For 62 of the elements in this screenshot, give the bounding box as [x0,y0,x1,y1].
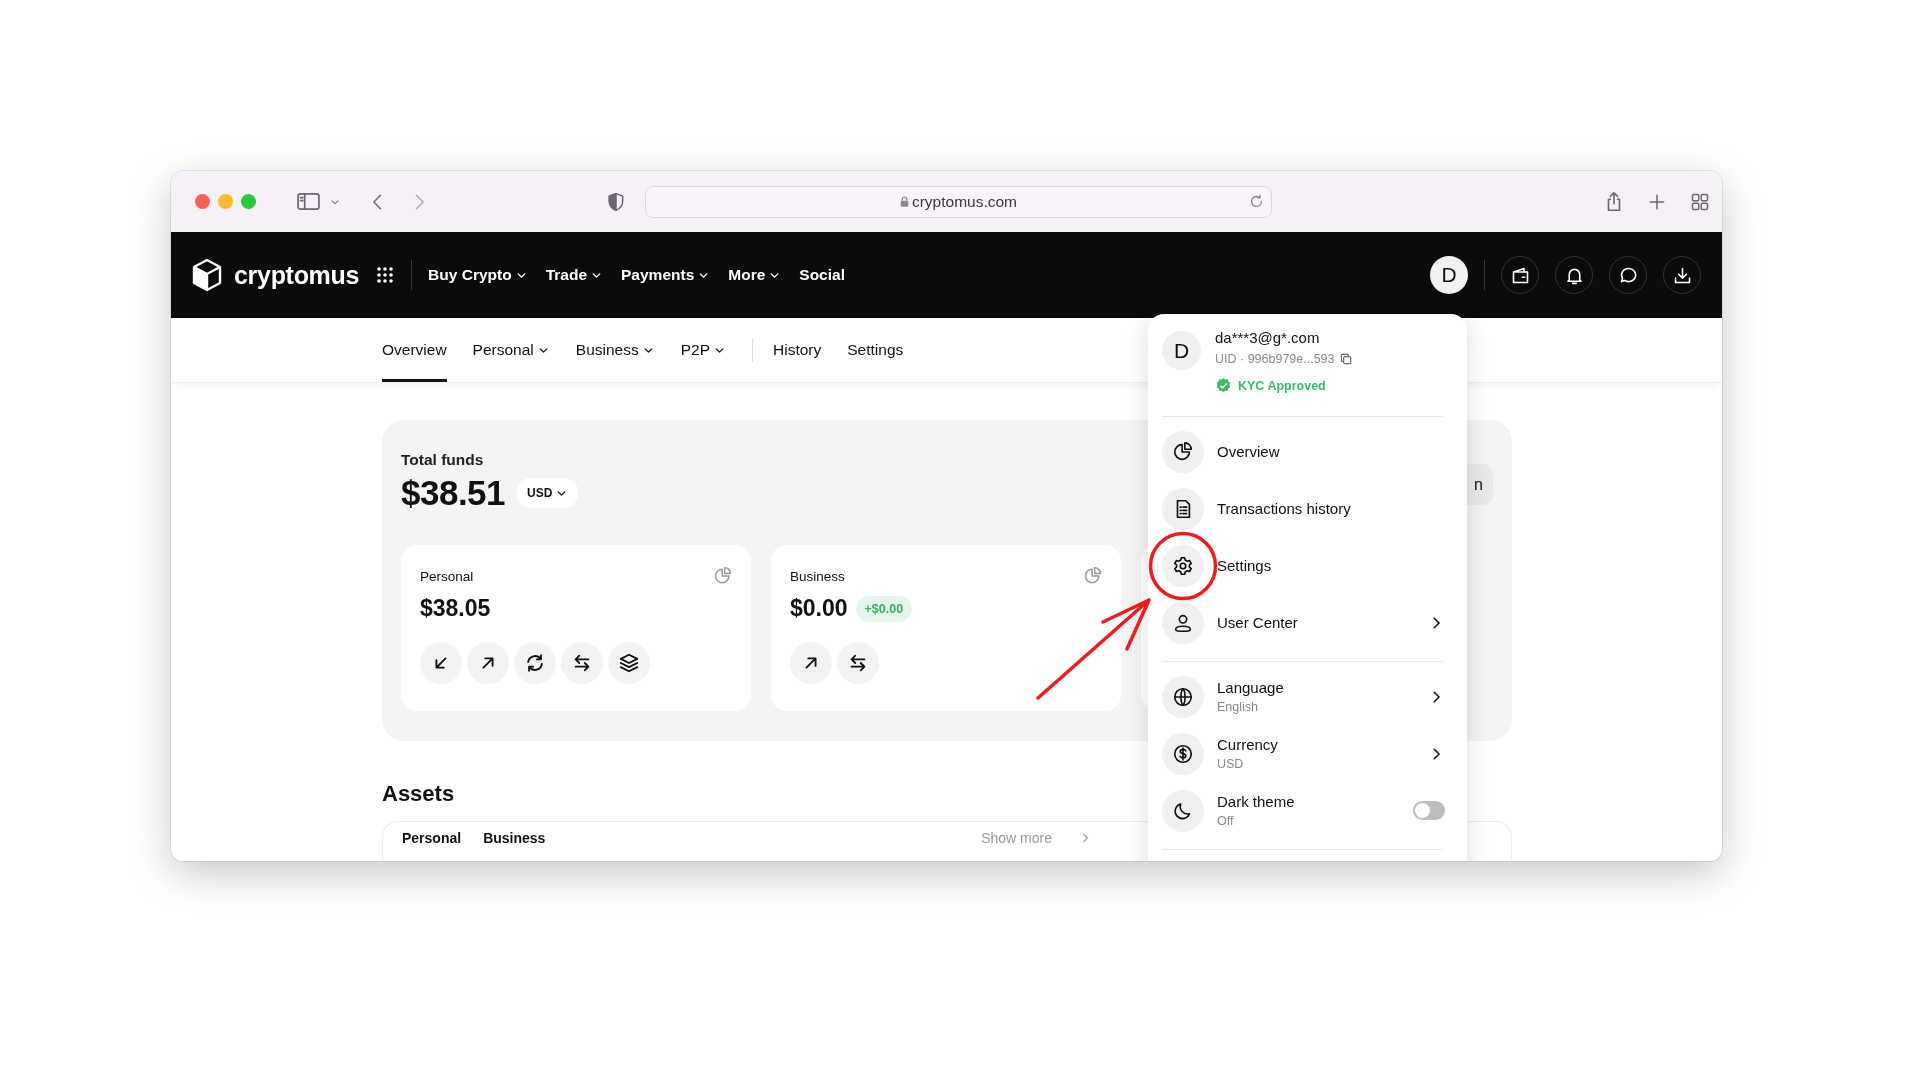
send-action-button[interactable] [467,642,509,684]
send-action-button[interactable] [790,642,832,684]
settings-icon [1172,554,1194,577]
convert-action-button[interactable] [514,642,556,684]
account-balance: $0.00 [790,595,848,622]
user-email: da***3@g*.com [1215,329,1321,346]
brand-logo-text[interactable]: cryptomus [234,260,360,290]
user-id: UID · 996b979e...593 [1215,352,1335,366]
copy-icon[interactable] [1338,352,1353,366]
pie-chart-icon[interactable] [1083,566,1103,586]
refresh-icon [524,652,546,674]
reload-icon[interactable] [1248,193,1265,210]
total-funds-label: Total funds [401,451,485,469]
transfer-action-button[interactable] [837,642,879,684]
nav-menu-item[interactable]: More [728,266,782,284]
sub-navigation-tab[interactable]: P2P [680,318,726,382]
sub-navigation-tab[interactable]: Overview [382,318,447,382]
user-avatar: D [1162,331,1201,370]
menu-item[interactable]: Settings [1162,537,1455,594]
assets-heading: Assets [382,781,455,807]
globe-icon [1172,685,1194,708]
tab-overview-icon[interactable] [1690,191,1710,212]
kyc-status: KYC Approved [1238,378,1326,393]
sub-navigation-tab[interactable]: History [773,318,822,382]
assets-tab[interactable]: Personal [402,830,462,846]
receive-action-button[interactable] [420,642,462,684]
close-window-button[interactable] [195,194,210,209]
menu-item[interactable]: Transactions history [1162,480,1455,537]
menu-item[interactable]: Currency USD [1162,725,1455,782]
dollar-coin-icon [1172,742,1194,765]
nav-menu-item[interactable]: Social [799,266,845,284]
nav-menu-item[interactable]: Trade [545,266,603,284]
nav-menu-item[interactable]: Buy Crypto [428,266,528,284]
menu-item[interactable]: User Center [1162,594,1455,651]
menu-item[interactable]: Dark theme Off [1162,782,1455,839]
layers-icon [618,652,640,674]
account-name: Business [790,568,845,584]
balance-change-badge: +$0.00 [855,595,913,622]
assets-tab[interactable]: Business [483,830,546,846]
address-bar[interactable]: cryptomus.com [645,185,1272,218]
pie-chart-icon [1172,440,1194,463]
user-avatar[interactable]: D [1430,256,1468,294]
cube-logo-icon[interactable] [191,258,223,292]
apps-grid-icon[interactable] [375,265,396,285]
pie-chart-icon[interactable] [713,566,733,586]
sidebar-icon[interactable] [297,192,320,211]
menu-item[interactable]: Language English [1162,668,1455,725]
sub-navigation-tab[interactable]: Personal [472,318,550,382]
stake-action-button[interactable] [608,642,650,684]
account-balance: $38.05 [420,595,491,622]
lock-icon [899,196,909,207]
nav-menu-item[interactable]: Payments [621,266,711,284]
dark-theme-toggle[interactable] [1413,801,1445,820]
sub-navigation-tab[interactable]: Business [575,318,655,382]
transfer-action-button[interactable] [561,642,603,684]
verified-badge-icon [1215,377,1232,394]
shield-icon[interactable] [606,191,626,212]
total-balance: $38.51 [401,473,506,513]
account-name: Personal [420,568,474,584]
sub-navigation-tab[interactable]: Settings [847,318,904,382]
menu-item[interactable]: Overview [1162,423,1455,480]
currency-selector[interactable]: USD [517,478,579,508]
